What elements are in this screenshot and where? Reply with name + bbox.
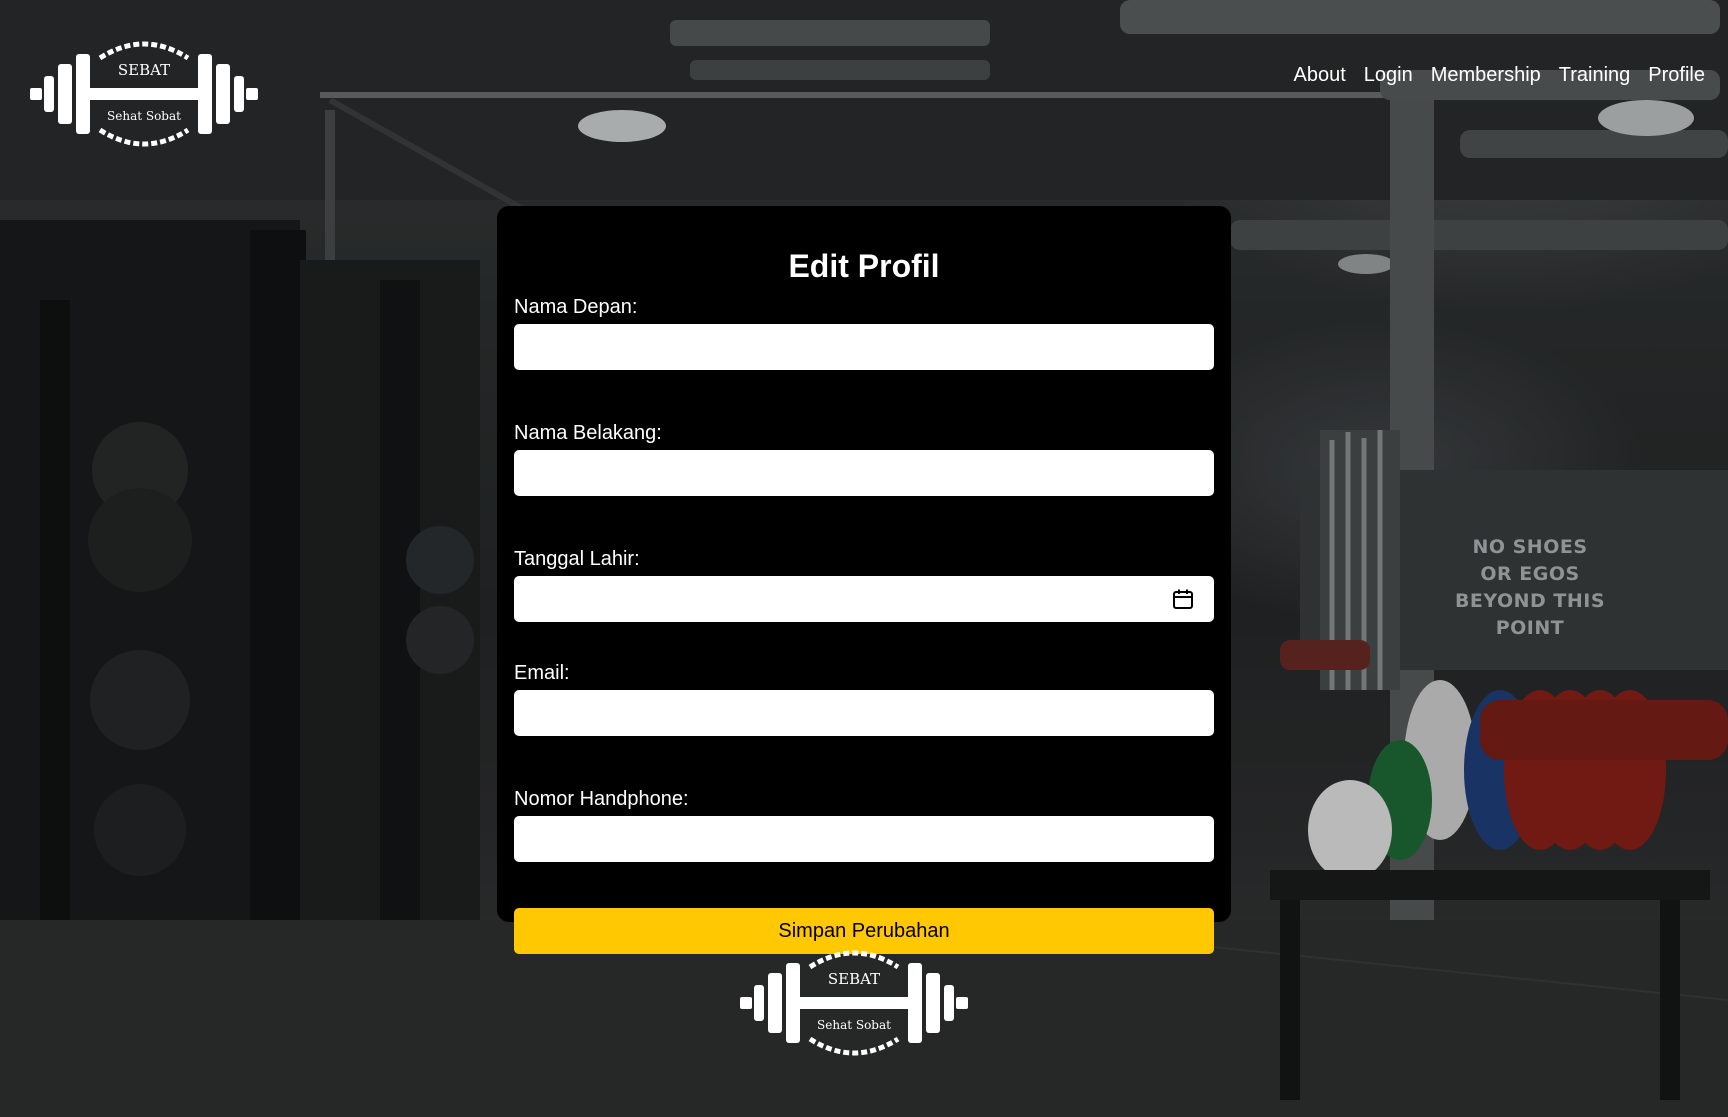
main-nav: About Login Membership Training Profile <box>1294 63 1705 87</box>
field-phone: Nomor Handphone: <box>514 788 1214 862</box>
nav-about[interactable]: About <box>1294 63 1346 87</box>
logo-top-text: SEBAT <box>118 61 170 79</box>
nav-membership[interactable]: Membership <box>1431 63 1541 87</box>
nav-login[interactable]: Login <box>1364 63 1413 87</box>
email-input-wrap <box>514 690 1214 736</box>
email-input[interactable] <box>514 690 1214 736</box>
barbell-logo-icon: SEBAT Sehat Sobat <box>30 41 258 147</box>
nav-training[interactable]: Training <box>1559 63 1631 87</box>
email-label: Email: <box>514 662 570 684</box>
calendar-icon[interactable] <box>1172 588 1194 610</box>
last-name-input-wrap <box>514 450 1214 496</box>
last-name-label: Nama Belakang: <box>514 422 662 444</box>
field-last-name: Nama Belakang: <box>514 422 1214 496</box>
birth-date-label: Tanggal Lahir: <box>514 548 640 570</box>
birth-date-input-wrap <box>514 576 1214 622</box>
wall-sign-line: NO SHOES <box>1472 536 1588 558</box>
first-name-label: Nama Depan: <box>514 296 638 318</box>
field-email: Email: <box>514 662 1214 736</box>
field-first-name: Nama Depan: <box>514 296 1214 370</box>
first-name-input-wrap <box>514 324 1214 370</box>
nav-profile[interactable]: Profile <box>1648 63 1705 87</box>
logo-bottom-text: Sehat Sobat <box>107 109 181 123</box>
footer-logo: SEBAT Sehat Sobat <box>740 947 968 1059</box>
form-title: Edit Profil <box>788 248 940 284</box>
phone-input-wrap <box>514 816 1214 862</box>
field-birth-date: Tanggal Lahir: <box>514 548 1214 622</box>
barbell-logo-icon: SEBAT Sehat Sobat <box>740 950 968 1056</box>
brand-logo[interactable]: SEBAT Sehat Sobat <box>30 38 258 150</box>
last-name-input[interactable] <box>514 450 1214 496</box>
phone-input[interactable] <box>514 816 1214 862</box>
logo-bottom-text: Sehat Sobat <box>817 1018 891 1032</box>
wall-sign: NO SHOES OR EGOS BEYOND THIS POINT <box>1430 534 1630 642</box>
first-name-input[interactable] <box>514 324 1214 370</box>
logo-top-text: SEBAT <box>828 970 880 988</box>
wall-sign-line: BEYOND THIS POINT <box>1454 590 1606 639</box>
phone-label: Nomor Handphone: <box>514 788 689 810</box>
wall-sign-line: OR EGOS <box>1480 563 1580 585</box>
edit-profile-card: Edit Profil Nama Depan: Nama Belakang: T… <box>497 206 1231 954</box>
birth-date-input[interactable] <box>514 576 1214 622</box>
